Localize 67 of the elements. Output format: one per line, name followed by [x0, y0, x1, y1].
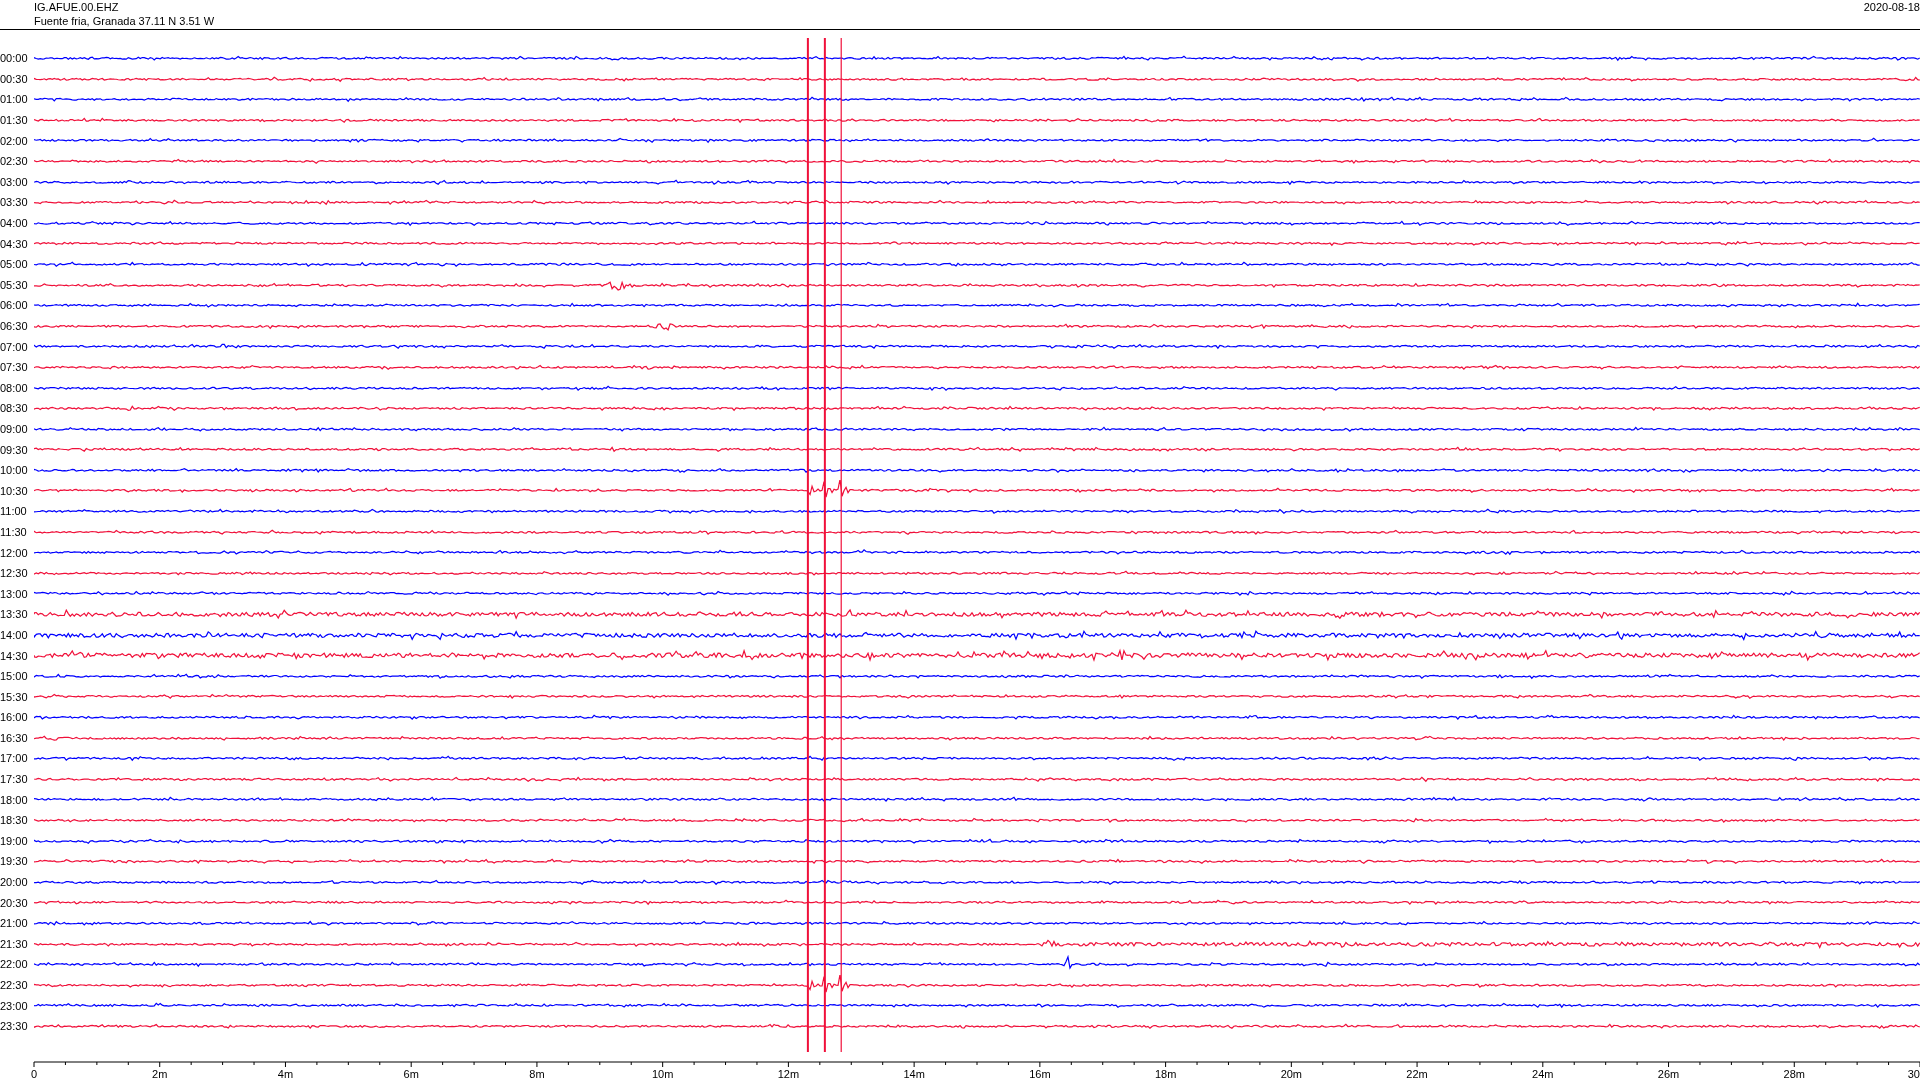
time-label: 23:00	[0, 999, 29, 1012]
time-label: 06:00	[0, 299, 29, 312]
axis-tick-label: 8m	[529, 1067, 545, 1080]
axis-tick-label: 24m	[1532, 1067, 1554, 1080]
time-label: 12:30	[0, 567, 29, 580]
time-label: 20:00	[0, 876, 29, 889]
time-label: 19:00	[0, 834, 29, 847]
time-label: 08:00	[0, 381, 29, 394]
time-label: 07:00	[0, 340, 29, 353]
time-label: 00:00	[0, 52, 29, 65]
time-label: 17:30	[0, 773, 29, 786]
axis-tick-label: 30	[1907, 1067, 1920, 1080]
time-label: 20:30	[0, 896, 29, 909]
time-label: 12:00	[0, 546, 29, 559]
time-label: 18:30	[0, 814, 29, 827]
axis-tick-label: 12m	[777, 1067, 800, 1080]
axis-tick-label: 10m	[651, 1067, 674, 1080]
axis-tick-label: 2m	[152, 1067, 168, 1080]
time-label: 04:00	[0, 217, 29, 230]
time-label: 09:00	[0, 423, 29, 435]
time-label: 21:00	[0, 917, 29, 930]
station-location: Fuente fria, Granada 37.11 N 3.51 W	[34, 14, 215, 28]
time-label: 15:00	[0, 670, 29, 683]
time-label: 23:30	[0, 1020, 29, 1033]
time-label: 13:00	[0, 587, 29, 600]
time-label: 05:00	[0, 258, 29, 271]
time-label: 01:00	[0, 93, 29, 106]
time-label: 06:30	[0, 320, 29, 332]
time-label: 00:30	[0, 72, 29, 85]
time-label: 16:00	[0, 711, 29, 724]
time-label: 15:30	[0, 690, 29, 703]
time-label: 18:00	[0, 793, 29, 806]
time-label: 10:30	[0, 484, 29, 497]
axis-tick-label: 18m	[1154, 1067, 1177, 1080]
axis-tick-label: 14m	[903, 1067, 925, 1080]
time-label: 14:30	[0, 649, 29, 662]
time-label: 02:00	[0, 134, 29, 147]
time-label: 19:30	[0, 855, 29, 868]
time-label: 01:30	[0, 114, 29, 127]
time-label: 11:30	[0, 525, 28, 538]
time-label: 04:30	[0, 237, 29, 250]
axis-tick-label: 4m	[277, 1067, 294, 1080]
time-label: 03:30	[0, 196, 29, 209]
date-label: 2020-08-18	[1863, 0, 1920, 15]
time-label: 22:00	[0, 958, 29, 971]
time-label: 05:30	[0, 278, 29, 291]
axis-tick-label: 28m	[1783, 1067, 1805, 1080]
axis-tick-label: 22m	[1406, 1067, 1428, 1080]
time-label: 13:30	[0, 608, 29, 621]
time-label: 22:30	[0, 979, 29, 991]
time-label: 16:30	[0, 731, 29, 744]
time-label: 07:30	[0, 361, 29, 374]
time-label: 11:00	[0, 505, 28, 518]
axis-tick-label: 6m	[403, 1067, 419, 1080]
axis-tick-label: 0	[30, 1067, 38, 1080]
time-label: 17:00	[0, 752, 29, 765]
axis-tick-label: 20m	[1280, 1067, 1303, 1080]
time-label: 10:00	[0, 464, 29, 477]
time-label: 08:30	[0, 402, 29, 415]
axis-tick-label: 16m	[1029, 1067, 1051, 1080]
time-label: 14:00	[0, 628, 29, 641]
time-label: 21:30	[0, 937, 29, 950]
axis-tick-label: 26m	[1657, 1067, 1680, 1080]
time-label: 03:00	[0, 175, 29, 188]
time-label: 09:30	[0, 443, 29, 456]
station-code: IG.AFUE.00.EHZ	[34, 0, 120, 14]
time-label: 02:30	[0, 155, 29, 168]
